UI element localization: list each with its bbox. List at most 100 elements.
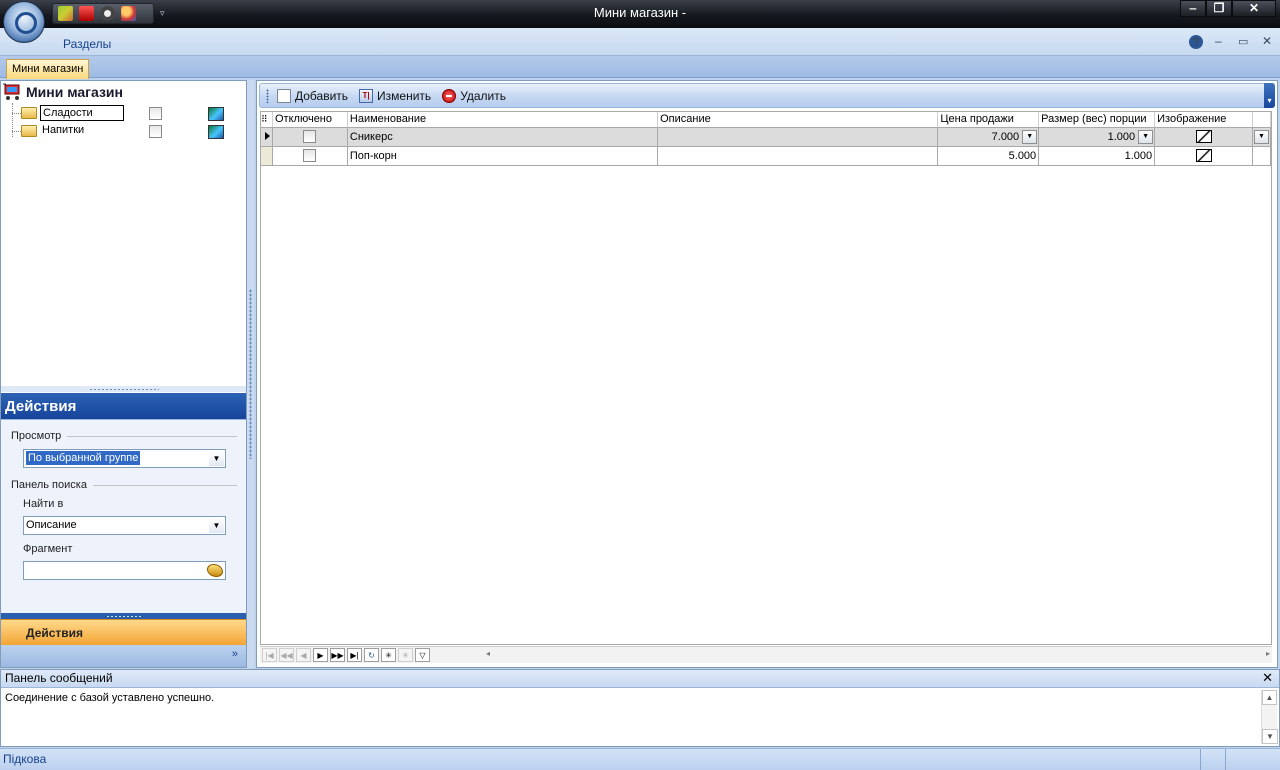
column-selector-icon[interactable]: ⠿ (261, 112, 273, 128)
add-button[interactable]: Добавить (274, 86, 351, 106)
message-panel: Панель сообщений ✕ Соединение с базой ус… (0, 669, 1280, 747)
tree-actions-splitter[interactable] (1, 386, 246, 392)
chevron-down-icon[interactable]: ▼ (209, 451, 224, 466)
table-row[interactable]: Сникерс 7.000 ▼ 1.000 ▼ ▼ (261, 127, 1272, 147)
price-value: 7.000 (991, 130, 1020, 143)
delete-icon (442, 88, 457, 103)
grip-dots (88, 387, 159, 391)
column-header-description[interactable]: Описание (657, 112, 939, 128)
chevron-down-icon[interactable]: ▼ (1253, 129, 1269, 144)
cell-name[interactable]: Сникерс (347, 127, 659, 147)
image-icon (208, 107, 224, 121)
image-icon (1195, 130, 1212, 143)
search-group: Панель поиска (11, 479, 237, 491)
view-mode-select[interactable]: По выбранной группе ▼ (23, 449, 226, 468)
view-group: Просмотр (11, 430, 237, 442)
tree-item-label[interactable]: Сладости (40, 105, 124, 121)
row-indicator[interactable] (261, 127, 273, 147)
close-button[interactable]: ✕ (1232, 0, 1276, 17)
cell-price[interactable]: 7.000 ▼ (937, 127, 1040, 147)
mdi-restore-button[interactable]: ▭ (1238, 35, 1248, 48)
scroll-right-icon[interactable]: ▸ (1266, 649, 1270, 658)
configure-buttons-icon[interactable]: » (232, 648, 238, 660)
insert-record-button[interactable]: ✳ (381, 648, 396, 662)
prev-record-button[interactable]: ◀ (296, 648, 311, 662)
actions-nav-button[interactable]: Действия (1, 619, 246, 645)
cell-image[interactable] (1154, 127, 1253, 147)
row-indicator[interactable] (261, 146, 273, 166)
message-panel-header: Панель сообщений ✕ (1, 670, 1279, 688)
folder-icon (21, 107, 37, 119)
chevron-down-icon[interactable]: ▼ (1138, 129, 1154, 144)
search-icon[interactable] (207, 564, 223, 577)
tree-item-drinks[interactable]: Напитки (1, 122, 246, 140)
first-record-button[interactable]: |◀ (262, 648, 277, 662)
disabled-checkbox[interactable] (303, 149, 317, 162)
cell-image-dropdown[interactable]: ▼ (1252, 127, 1272, 147)
cell-price[interactable]: 5.000 (937, 146, 1040, 166)
cell-name[interactable]: Поп-корн (347, 146, 659, 166)
chevron-down-icon[interactable]: ▼ (209, 518, 224, 533)
cell-portion[interactable]: 1.000 (1038, 146, 1156, 166)
toolbar-options-icon[interactable]: ▾ (1264, 83, 1275, 108)
application-menu-button[interactable] (3, 1, 45, 43)
column-header-name[interactable]: Наименование (347, 112, 659, 128)
window-title: Мини магазин - (593, 5, 687, 20)
last-record-button[interactable]: ▶| (347, 648, 362, 662)
column-header-disabled[interactable]: Отключено (272, 112, 348, 128)
next-page-button[interactable]: ▶▶ (330, 648, 345, 662)
table-row[interactable]: Поп-корн 5.000 1.000 (261, 146, 1272, 166)
fragment-input[interactable] (23, 561, 226, 580)
toolbar-grip[interactable] (266, 88, 269, 103)
grid-toolbar: Добавить T| Изменить Удалить ▾ (259, 83, 1275, 108)
minimize-button[interactable]: ‒ (1180, 0, 1206, 17)
tree-item-checkbox[interactable] (149, 125, 162, 138)
refresh-button[interactable]: ↻ (364, 648, 379, 662)
view-mode-value: По выбранной группе (24, 450, 142, 466)
find-in-select[interactable]: Описание ▼ (23, 516, 226, 535)
next-record-button[interactable]: ▶ (313, 648, 328, 662)
disabled-checkbox[interactable] (303, 130, 317, 143)
cell-disabled[interactable] (272, 127, 348, 147)
grip-dots (249, 289, 252, 459)
cell-disabled[interactable] (272, 146, 348, 166)
tree-item-checkbox[interactable] (149, 107, 162, 120)
mdi-close-button[interactable]: ✕ (1262, 34, 1272, 48)
cell-description[interactable] (657, 146, 939, 166)
table-header-row: ⠿ Отключено Наименование Описание Цена п… (261, 112, 1272, 128)
filter-button[interactable]: ▽ (415, 648, 430, 662)
tree-item-label[interactable]: Напитки (40, 123, 86, 139)
chevron-down-icon[interactable]: ▼ (1022, 129, 1038, 144)
portion-value: 1.000 (1107, 130, 1136, 143)
cell-description[interactable] (657, 127, 939, 147)
cell-image[interactable] (1154, 146, 1253, 166)
title-bar: ▿ Мини магазин - ‒ ❐ ✕ (0, 0, 1280, 28)
scroll-up-icon[interactable]: ▲ (1262, 690, 1277, 705)
vertical-splitter[interactable] (247, 80, 254, 668)
tree-item-sweets[interactable]: Сладости (1, 104, 246, 122)
search-group-label: Панель поиска (11, 479, 87, 491)
tree-root[interactable]: Мини магазин (3, 83, 123, 101)
scroll-down-icon[interactable]: ▼ (1262, 729, 1278, 744)
prev-page-button[interactable]: ◀◀ (279, 648, 294, 662)
delete-button[interactable]: Удалить (439, 86, 509, 106)
help-icon[interactable]: ? (1189, 35, 1203, 49)
ribbon-tab-sections[interactable]: Разделы (63, 37, 111, 51)
vertical-scrollbar[interactable]: ▲ ▼ (1261, 690, 1278, 744)
maximize-button[interactable]: ❐ (1206, 0, 1232, 17)
mdi-minimize-button[interactable]: – (1215, 34, 1222, 48)
save-record-button[interactable]: ✳ (398, 648, 413, 662)
horizontal-scrollbar[interactable]: ◂ ▸ (486, 649, 1270, 661)
column-header-portion[interactable]: Размер (вес) порции (1038, 112, 1156, 128)
column-header-price[interactable]: Цена продажи (937, 112, 1040, 128)
find-in-value: Описание (26, 519, 77, 531)
shopping-cart-icon (3, 83, 20, 100)
edit-button[interactable]: T| Изменить (356, 86, 434, 106)
delete-button-label: Удалить (460, 88, 507, 103)
column-header-image[interactable]: Изображение (1154, 112, 1253, 128)
actions-panel: Действия Просмотр По выбранной группе ▼ … (1, 393, 246, 621)
cell-portion[interactable]: 1.000 ▼ (1038, 127, 1156, 147)
tab-mini-shop[interactable]: Мини магазин (6, 59, 90, 79)
close-icon[interactable]: ✕ (1262, 670, 1273, 686)
scroll-left-icon[interactable]: ◂ (486, 649, 490, 658)
